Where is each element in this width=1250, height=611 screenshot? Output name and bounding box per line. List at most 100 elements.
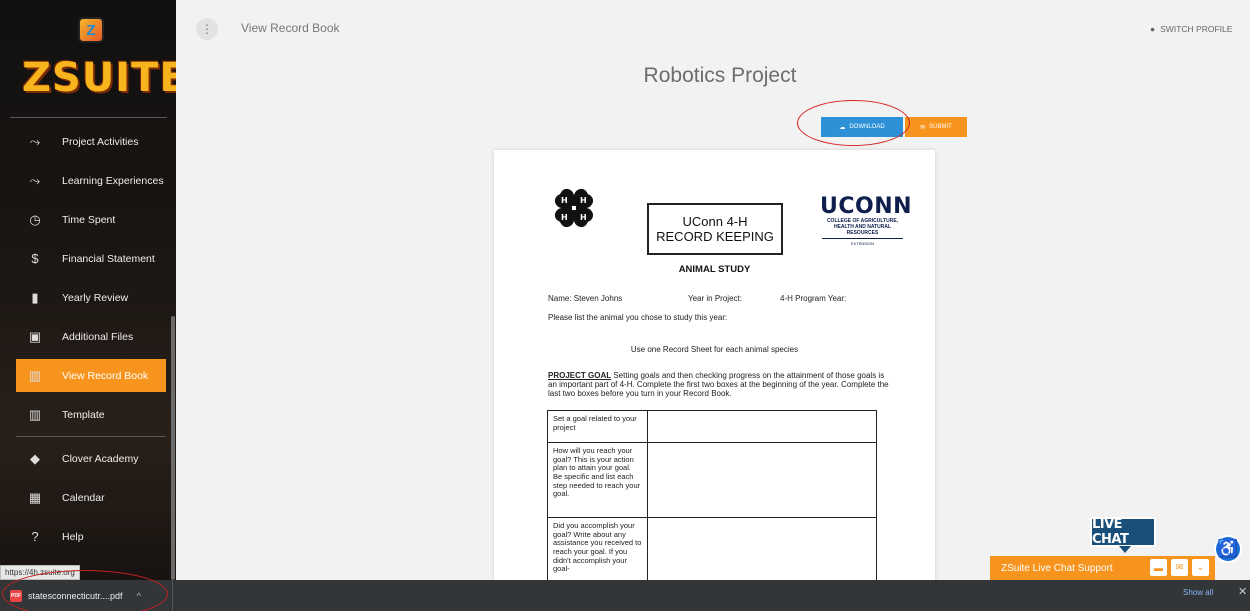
- download-bar: PDF statesconnecticutr....pdf ^: [0, 580, 1250, 611]
- help-icon: ?: [31, 529, 39, 544]
- chevron-up-icon[interactable]: ^: [137, 591, 141, 601]
- graduation-cap-icon: ◆: [30, 450, 40, 466]
- sidebar-item-template[interactable]: ▥ Template: [16, 395, 166, 434]
- program-year-field: 4-H Program Year:: [780, 294, 847, 303]
- table-cell: How will you reach your goal? This is yo…: [547, 442, 648, 518]
- download-button[interactable]: ☁ DOWNLOAD: [821, 117, 903, 137]
- show-all-downloads-link[interactable]: Show all: [1183, 588, 1213, 597]
- trend-icon: ⤳: [29, 133, 41, 149]
- email-button[interactable]: ✉: [1171, 559, 1188, 576]
- download-filename: statesconnecticutr....pdf: [28, 591, 123, 601]
- uconn-wordmark: UCONN: [820, 194, 913, 219]
- switch-profile-label: SWITCH PROFILE: [1160, 24, 1233, 34]
- table-row: How will you reach your goal? This is yo…: [547, 442, 877, 518]
- uconn-logo: UCONN COLLEGE OF AGRICULTURE, HEALTH AND…: [820, 194, 913, 247]
- year-in-project-field: Year in Project:: [688, 294, 742, 303]
- divider: [16, 436, 166, 437]
- sidebar-item-label: Financial Statement: [62, 252, 155, 265]
- zsuite-logo[interactable]: ZSUITE: [22, 55, 176, 101]
- menu-toggle-button[interactable]: ⋮: [196, 18, 218, 40]
- submit-label: SUBMIT: [929, 124, 952, 130]
- sidebar-item-label: Time Spent: [62, 213, 116, 226]
- goal-table: Set a goal related to your project How w…: [547, 410, 877, 580]
- table-cell: Did you accomplish your goal? Write abou…: [547, 517, 648, 580]
- table-row: Set a goal related to your project: [547, 410, 877, 443]
- more-vertical-icon: ⋮: [201, 22, 213, 36]
- download-label: DOWNLOAD: [849, 124, 885, 130]
- sidebar-item-project-activities[interactable]: ⤳ Project Activities: [16, 122, 166, 161]
- envelope-icon: ✉: [920, 124, 926, 131]
- live-chat-badge[interactable]: LIVE CHAT: [1090, 517, 1156, 553]
- name-field: Name: Steven Johns: [548, 294, 623, 303]
- svg-text:H: H: [580, 213, 587, 222]
- record-keeping-box: UConn 4-H RECORD KEEPING: [647, 203, 783, 255]
- table-row: Did you accomplish your goal? Write abou…: [547, 517, 877, 580]
- answer-cell: [647, 442, 877, 518]
- book-icon: ▮: [31, 289, 39, 305]
- chevron-down-icon: ⌄: [1196, 562, 1205, 572]
- switch-profile-button[interactable]: ● SWITCH PROFILE: [1150, 24, 1232, 34]
- sidebar-item-label: View Record Book: [62, 369, 149, 382]
- calendar-icon: ▦: [28, 489, 42, 505]
- sidebar-item-label: Help: [62, 530, 84, 543]
- sidebar-item-label: Template: [62, 408, 105, 421]
- sidebar-item-learning-experiences[interactable]: ⤳ Learning Experiences: [16, 161, 166, 200]
- sidebar-item-label: Calendar: [62, 491, 105, 504]
- sidebar: Z ZSUITE ⤳ Project Activities ⤳ Learning…: [0, 0, 176, 580]
- record-keeping-line1: UConn 4-H: [682, 214, 748, 229]
- record-keeping-line2: RECORD KEEPING: [656, 229, 774, 244]
- breadcrumb: View Record Book: [241, 21, 340, 35]
- chat-icon: ▬: [1154, 562, 1163, 573]
- live-chat-label: ZSuite Live Chat Support: [1001, 562, 1113, 574]
- sidebar-item-clover-academy[interactable]: ◆ Clover Academy: [16, 439, 166, 478]
- use-one-note: Use one Record Sheet for each animal spe…: [630, 345, 799, 354]
- answer-cell: [647, 517, 877, 580]
- sidebar-item-view-record-book[interactable]: ▥ View Record Book: [16, 359, 166, 392]
- image-icon: ▣: [28, 328, 42, 344]
- sidebar-scrollbar[interactable]: [171, 316, 175, 580]
- sidebar-item-calendar[interactable]: ▦ Calendar: [16, 478, 166, 517]
- status-url-tooltip: https://4h.zsuite.org: [0, 565, 80, 580]
- record-book-preview[interactable]: HHHH UConn 4-H RECORD KEEPING UCONN COLL…: [494, 150, 935, 580]
- sidebar-item-additional-files[interactable]: ▣ Additional Files: [16, 317, 166, 356]
- svg-text:H: H: [561, 213, 568, 222]
- collapse-chat-button[interactable]: ⌄: [1192, 559, 1209, 576]
- clock-icon: ◷: [29, 211, 41, 227]
- trend-icon: ⤳: [29, 172, 41, 188]
- dollar-icon: $: [31, 251, 39, 266]
- envelope-icon: ✉: [1175, 562, 1184, 572]
- sidebar-item-yearly-review[interactable]: ▮ Yearly Review: [16, 278, 166, 317]
- svg-text:H: H: [561, 196, 568, 205]
- sidebar-item-help[interactable]: ? Help: [16, 517, 166, 556]
- page-title: Robotics Project: [643, 64, 797, 87]
- close-icon[interactable]: ✕: [1238, 585, 1247, 598]
- cloud-download-icon: ☁: [839, 124, 846, 131]
- sidebar-item-label: Learning Experiences: [62, 174, 164, 187]
- svg-text:H: H: [580, 196, 587, 205]
- uconn-college-line3: RESOURCES: [846, 229, 879, 236]
- pdf-file-icon: PDF: [10, 590, 22, 602]
- 4h-clover-logo: H HH H: [554, 188, 594, 228]
- list-question: Please list the animal you chose to stud…: [548, 313, 728, 322]
- divider: [172, 580, 173, 611]
- uconn-extension: EXTENSION: [850, 241, 875, 247]
- sidebar-item-label: Additional Files: [62, 330, 134, 343]
- sidebar-item-label: Clover Academy: [62, 452, 139, 465]
- sidebar-item-label: Yearly Review: [62, 291, 129, 304]
- accessibility-icon: ♿: [1217, 539, 1239, 558]
- doc-heading: ANIMAL STUDY: [678, 264, 751, 275]
- open-book-icon: ▥: [28, 406, 42, 422]
- sidebar-item-label: Project Activities: [62, 135, 139, 148]
- sidebar-nav: ⤳ Project Activities ⤳ Learning Experien…: [16, 122, 166, 556]
- download-item[interactable]: PDF statesconnecticutr....pdf ^: [10, 586, 141, 606]
- sidebar-item-time-spent[interactable]: ◷ Time Spent: [16, 200, 166, 239]
- chat-button[interactable]: ▬: [1150, 559, 1167, 576]
- project-goal-paragraph: PROJECT GOAL Setting goals and then chec…: [548, 371, 893, 399]
- submit-button[interactable]: ✉ SUBMIT: [905, 117, 967, 137]
- open-book-icon: ▥: [28, 367, 42, 383]
- person-icon: ●: [1150, 24, 1156, 34]
- accessibility-button[interactable]: ♿: [1214, 535, 1242, 563]
- sidebar-item-financial-statement[interactable]: $ Financial Statement: [16, 239, 166, 278]
- project-goal-label: PROJECT GOAL: [548, 371, 612, 380]
- zsuite-logo-mark: Z: [78, 17, 104, 43]
